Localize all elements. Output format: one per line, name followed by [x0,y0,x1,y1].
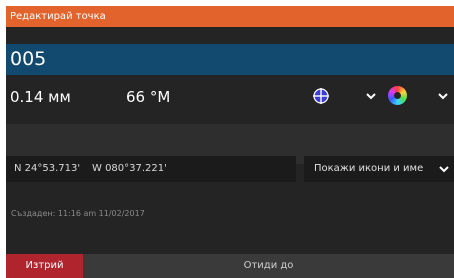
distance-value: 0.14 мм [10,88,71,106]
chevron-down-icon[interactable] [364,89,378,103]
position-field[interactable]: N 24°53.713' W 080°37.221' [6,156,296,182]
display-mode-select[interactable]: Покажи икони и име [304,156,454,182]
waypoint-info-row: 0.14 мм 66 °М [6,81,454,111]
longitude-value: W 080°37.221' [92,163,167,174]
created-timestamp: Създаден: 11:16 am 11/02/2017 [11,209,145,218]
display-mode-label: Покажи икони и име [314,163,424,174]
goto-button[interactable]: Отиди до [83,254,454,278]
waypoint-name-field[interactable]: 005 [6,44,454,75]
edit-waypoint-dialog: Редактирай точка 005 0.14 мм 66 °М N 24°… [6,6,454,278]
chevron-down-icon [439,166,449,173]
chevron-down-icon[interactable] [436,89,450,103]
bearing-value: 66 °М [126,88,171,106]
delete-button[interactable]: Изтрий [6,254,83,278]
color-wheel-icon[interactable] [388,86,407,105]
dialog-title: Редактирай точка [6,6,454,27]
latitude-value: N 24°53.713' [14,163,81,174]
crosshair-target-icon[interactable] [312,87,330,105]
